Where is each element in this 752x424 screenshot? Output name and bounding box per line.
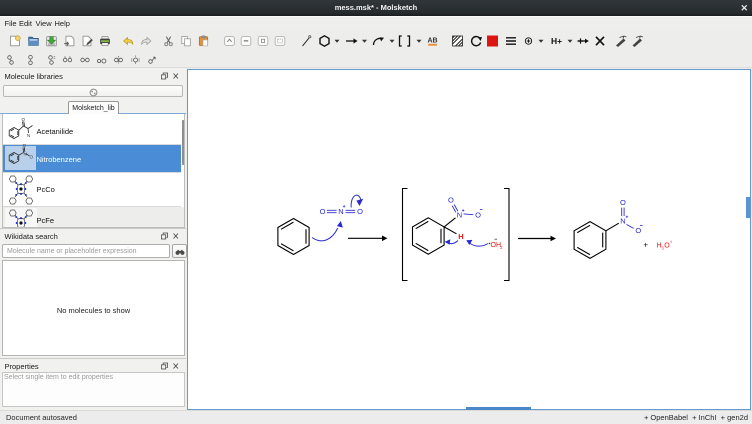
svg-text:O: O: [30, 155, 34, 160]
svg-text:N: N: [457, 210, 462, 219]
svg-text:N: N: [27, 133, 30, 138]
svg-text:O: O: [357, 207, 363, 216]
svg-text:N: N: [338, 207, 343, 216]
svg-text:H+: H+: [551, 36, 562, 46]
svg-text:O: O: [320, 207, 326, 216]
svg-text:+: +: [643, 240, 648, 249]
svg-text:O: O: [620, 198, 626, 207]
svg-text:N: N: [620, 216, 625, 225]
svg-text:O: O: [448, 195, 454, 204]
svg-text:2: 2: [500, 245, 503, 250]
svg-text:N: N: [24, 152, 27, 157]
svg-text:AB: AB: [427, 38, 437, 45]
svg-text:H: H: [458, 232, 463, 241]
svg-text:O: O: [635, 226, 641, 235]
svg-text:O: O: [22, 117, 26, 122]
svg-text:+: +: [670, 240, 673, 245]
svg-text:O: O: [475, 210, 481, 219]
svg-text:O: O: [23, 143, 27, 148]
